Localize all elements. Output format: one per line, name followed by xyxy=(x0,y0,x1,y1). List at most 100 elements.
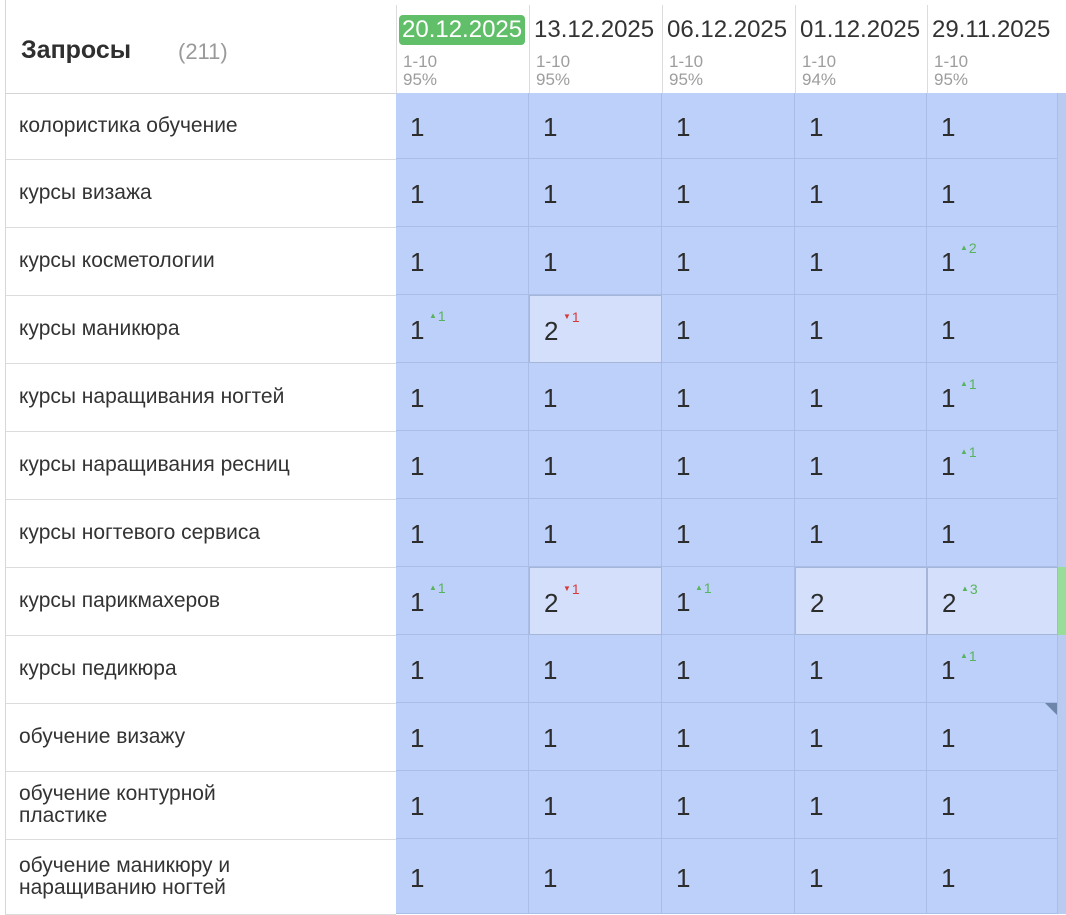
date-column-header[interactable]: 06.12.2025 1-10 95% xyxy=(662,5,796,94)
position-cell[interactable]: 1 xyxy=(795,839,927,914)
position-cell[interactable]: 1 xyxy=(529,499,662,567)
query-label[interactable]: колористика обучение xyxy=(19,93,379,159)
position-cell[interactable]: 1 xyxy=(927,771,1058,839)
position-cell[interactable]: 1 xyxy=(662,839,795,914)
position-cell[interactable]: 1 xyxy=(795,431,927,499)
position-value: 1 xyxy=(543,247,558,277)
query-label[interactable]: курсы маникюра xyxy=(19,295,379,363)
position-cell[interactable]: 1 ▲1 xyxy=(927,363,1058,431)
position-cell[interactable]: 1 xyxy=(927,499,1058,567)
position-cell[interactable]: 1 xyxy=(795,499,927,567)
position-value: 1 xyxy=(410,451,425,481)
position-value: 1 xyxy=(809,179,824,209)
position-cell[interactable]: 1 xyxy=(529,363,662,431)
position-cell[interactable]: 1 ▲1 xyxy=(396,567,529,635)
position-cell[interactable]: 1 xyxy=(662,295,795,363)
position-cell[interactable]: 1 xyxy=(927,93,1058,159)
position-cell[interactable]: 1 xyxy=(927,159,1058,227)
position-range: 1-10 xyxy=(802,52,837,71)
query-label[interactable]: курсы ногтевого сервиса xyxy=(19,499,379,567)
position-cell[interactable]: 1 xyxy=(529,227,662,295)
position-cell[interactable]: 1 xyxy=(529,93,662,159)
position-cell[interactable]: 1 xyxy=(529,703,662,771)
position-range: 1-10 xyxy=(934,52,969,71)
position-cell[interactable]: 1 xyxy=(795,703,927,771)
date-column-header[interactable]: 29.11.2025 1-10 95% xyxy=(927,5,1059,94)
query-label[interactable]: курсы наращивания ресниц xyxy=(19,431,379,499)
date-column-header[interactable]: 20.12.2025 1-10 95% xyxy=(396,5,530,94)
position-up-delta: ▲1 xyxy=(960,649,977,663)
position-cell[interactable]: 1 xyxy=(927,295,1058,363)
position-cell[interactable]: 1 xyxy=(396,93,529,159)
position-cell[interactable]: 2 ▼1 xyxy=(529,567,662,635)
position-value: 1 xyxy=(410,791,425,821)
query-label[interactable]: обучение визажу xyxy=(19,703,379,771)
position-cell[interactable]: 1 ▲1 xyxy=(662,567,795,635)
note-corner-icon[interactable] xyxy=(1045,703,1057,715)
position-value: 1 xyxy=(410,863,425,893)
position-cell[interactable]: 1 xyxy=(662,363,795,431)
position-cell[interactable]: 1 xyxy=(396,839,529,914)
position-cell[interactable]: 1 xyxy=(396,499,529,567)
position-cell[interactable]: 1 xyxy=(662,227,795,295)
position-value: 1 xyxy=(410,587,425,617)
date-label[interactable]: 29.11.2025 xyxy=(932,15,1050,45)
position-cell[interactable]: 2 xyxy=(795,567,927,635)
position-range: 1-10 xyxy=(669,52,704,71)
position-cell[interactable]: 1 xyxy=(396,227,529,295)
position-cell[interactable]: 1 xyxy=(927,703,1058,771)
position-cell[interactable]: 1 xyxy=(396,431,529,499)
position-cell[interactable]: 1 xyxy=(396,703,529,771)
position-cell[interactable]: 1 ▲2 xyxy=(927,227,1058,295)
position-cell[interactable]: 1 xyxy=(396,635,529,703)
position-cell[interactable]: 1 xyxy=(529,635,662,703)
position-value: 2 xyxy=(544,316,559,346)
position-cell[interactable]: 1 xyxy=(396,159,529,227)
query-label[interactable]: обучение маникюру и наращиванию ногтей xyxy=(19,839,289,914)
arrow-down-icon: ▼ xyxy=(563,584,571,593)
position-cell[interactable]: 1 xyxy=(795,771,927,839)
position-cell[interactable]: 1 ▲1 xyxy=(927,431,1058,499)
position-cell[interactable]: 2 ▲3 xyxy=(927,567,1058,635)
date-column-header[interactable]: 13.12.2025 1-10 95% xyxy=(529,5,663,94)
position-cell[interactable]: 1 xyxy=(795,363,927,431)
position-cell[interactable]: 1 xyxy=(795,159,927,227)
position-cell[interactable]: 1 xyxy=(396,771,529,839)
query-label[interactable]: обучение контурной пластике xyxy=(19,771,259,839)
query-label[interactable]: курсы педикюра xyxy=(19,635,379,703)
position-cell[interactable]: 1 xyxy=(795,93,927,159)
position-cell[interactable]: 1 xyxy=(529,839,662,914)
date-label[interactable]: 06.12.2025 xyxy=(667,15,787,45)
position-value: 1 xyxy=(543,383,558,413)
position-cell[interactable]: 1 xyxy=(795,295,927,363)
position-cell[interactable]: 1 xyxy=(396,363,529,431)
date-label[interactable]: 01.12.2025 xyxy=(800,15,920,45)
position-cell[interactable]: 1 xyxy=(795,227,927,295)
position-cell[interactable]: 2 ▼1 xyxy=(529,295,662,363)
position-cell[interactable]: 1 xyxy=(662,93,795,159)
query-label[interactable]: курсы парикмахеров xyxy=(19,567,379,635)
position-value: 1 xyxy=(941,247,956,277)
position-cell[interactable]: 1 xyxy=(662,771,795,839)
position-value: 2 xyxy=(810,588,825,618)
position-cell[interactable]: 1 ▲1 xyxy=(396,295,529,363)
date-label[interactable]: 13.12.2025 xyxy=(534,15,654,45)
position-cell[interactable]: 1 xyxy=(529,159,662,227)
position-cell[interactable]: 1 xyxy=(529,431,662,499)
position-cell[interactable]: 1 xyxy=(662,635,795,703)
position-cell[interactable]: 1 xyxy=(662,499,795,567)
date-column-header[interactable]: 01.12.2025 1-10 94% xyxy=(795,5,928,94)
position-cell[interactable]: 1 xyxy=(529,771,662,839)
position-cell[interactable]: 1 xyxy=(662,159,795,227)
date-label[interactable]: 20.12.2025 xyxy=(399,15,526,45)
position-cell[interactable]: 1 xyxy=(662,431,795,499)
position-cell[interactable]: 1 xyxy=(927,839,1058,914)
position-cell[interactable]: 1 xyxy=(662,703,795,771)
query-label[interactable]: курсы косметологии xyxy=(19,227,379,295)
position-cell[interactable]: 1 xyxy=(795,635,927,703)
position-value: 1 xyxy=(941,863,956,893)
position-value: 1 xyxy=(543,179,558,209)
query-label[interactable]: курсы наращивания ногтей xyxy=(19,363,379,431)
position-cell[interactable]: 1 ▲1 xyxy=(927,635,1058,703)
query-label[interactable]: курсы визажа xyxy=(19,159,379,227)
